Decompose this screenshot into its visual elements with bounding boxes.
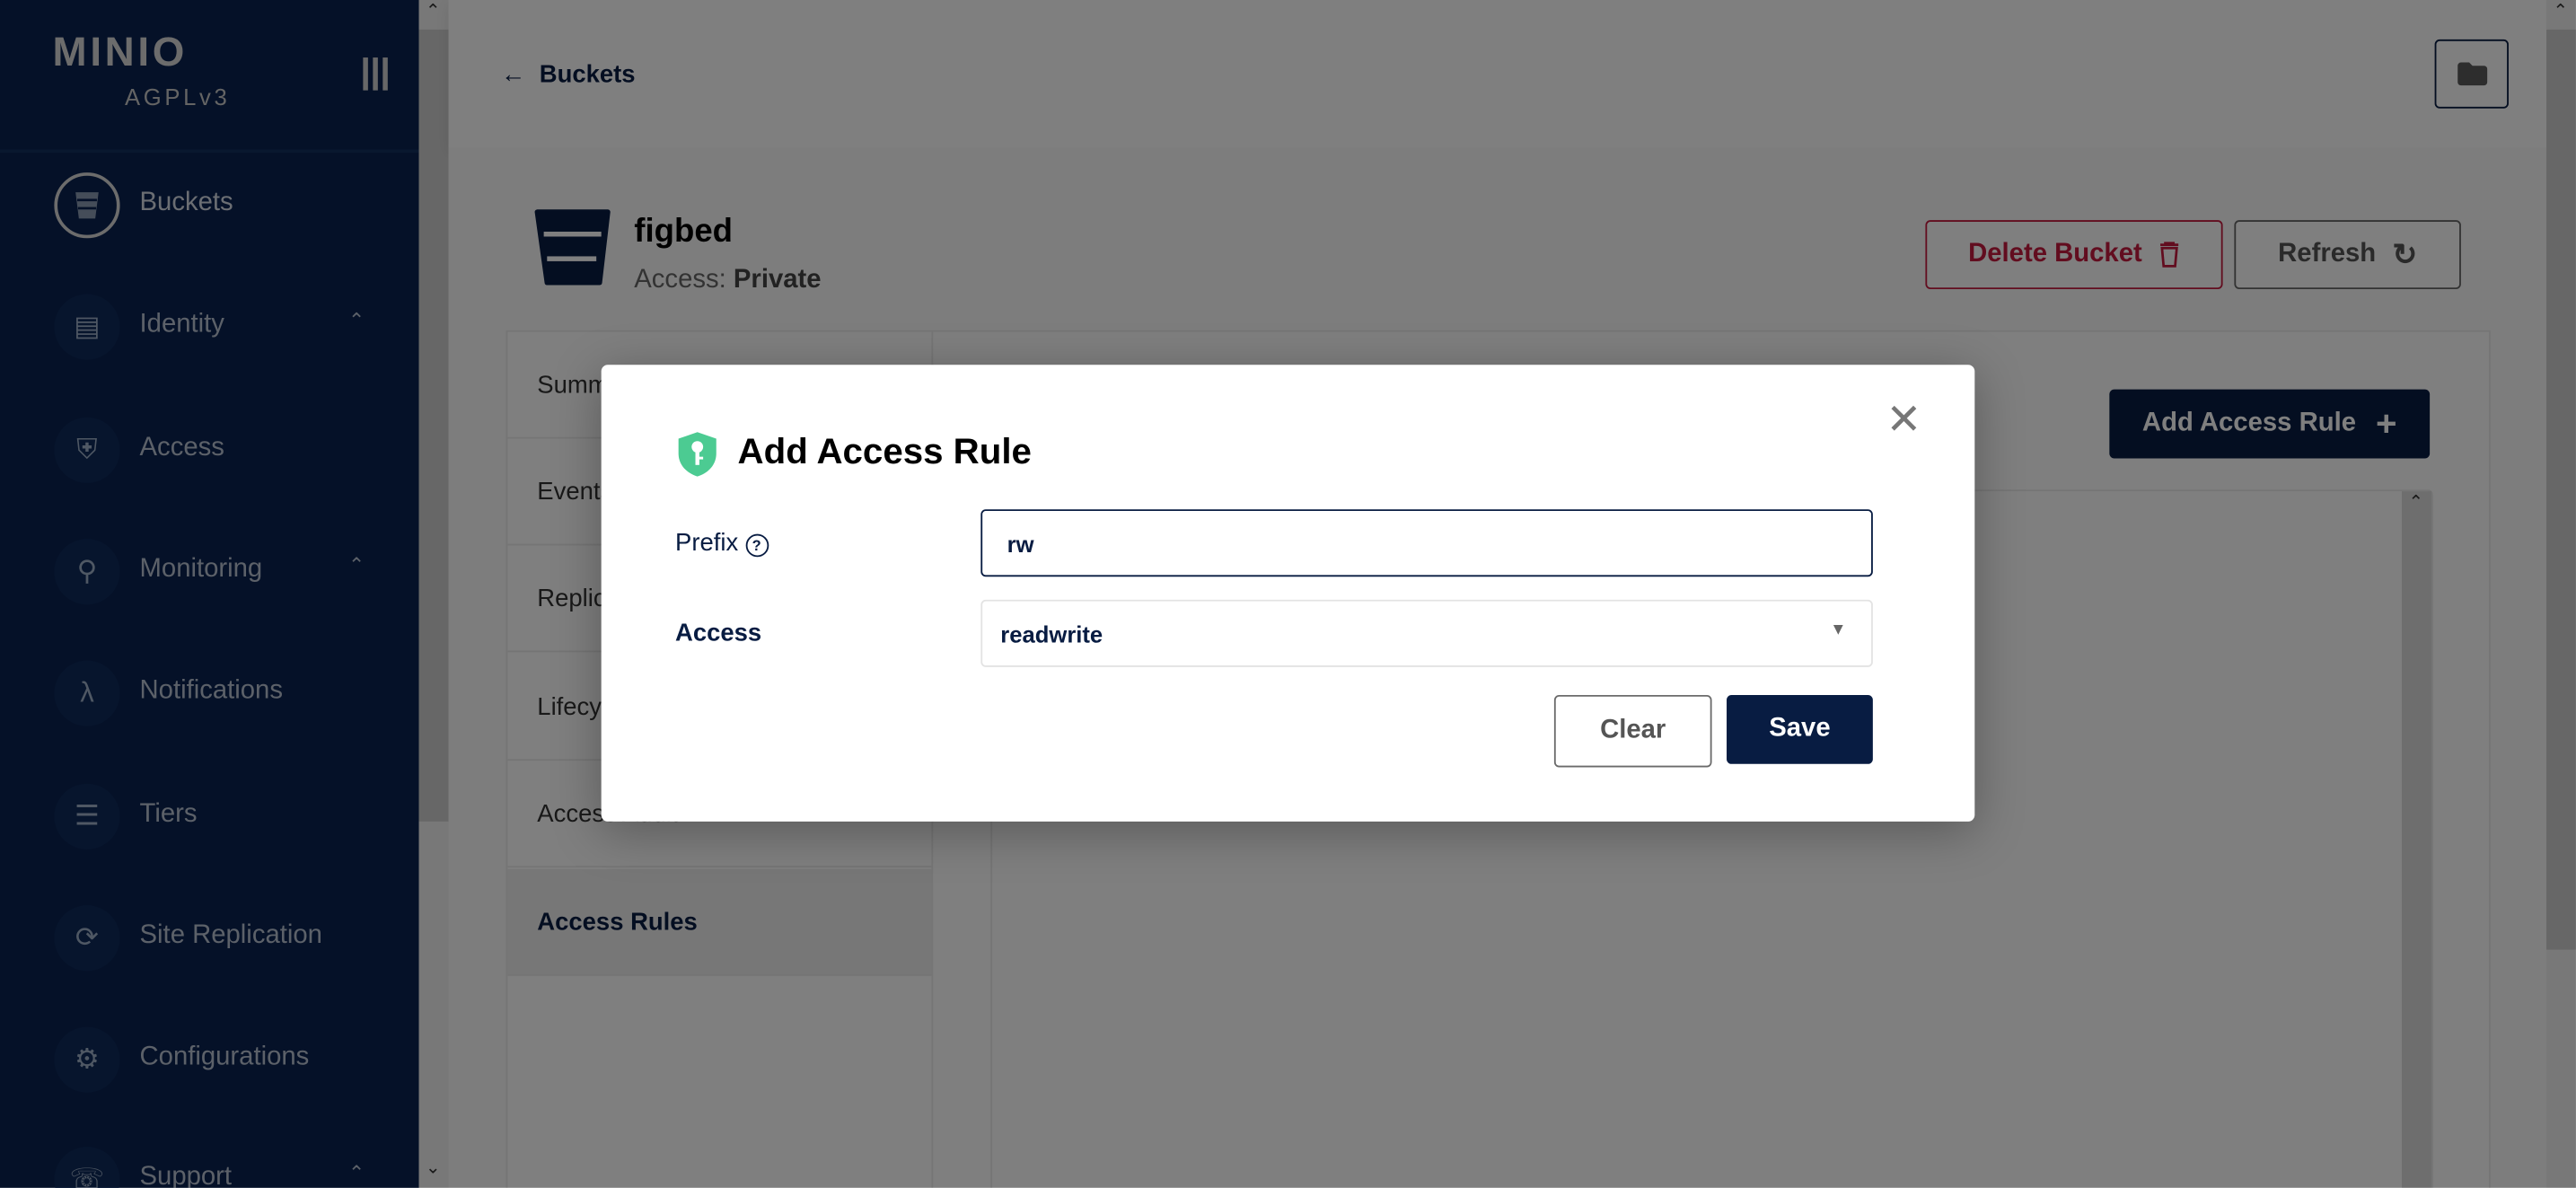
access-select[interactable]: readwrite ▼ <box>980 599 1873 667</box>
shield-key-icon <box>678 432 717 477</box>
dialog-title: Add Access Rule <box>737 430 1032 472</box>
access-selected-value: readwrite <box>1000 620 1103 647</box>
caret-down-icon: ▼ <box>1830 620 1847 639</box>
access-label: Access <box>675 619 762 647</box>
clear-button[interactable]: Clear <box>1553 694 1712 768</box>
prefix-label: Prefix ? <box>675 529 769 558</box>
add-access-rule-dialog: Add Access Rule ✕ Prefix ? rw Access rea… <box>601 365 1975 822</box>
prefix-label-text: Prefix <box>675 529 739 558</box>
save-button[interactable]: Save <box>1727 694 1873 764</box>
close-icon[interactable]: ✕ <box>1886 398 1921 441</box>
prefix-input[interactable]: rw <box>980 509 1873 577</box>
help-icon[interactable]: ? <box>744 533 769 558</box>
